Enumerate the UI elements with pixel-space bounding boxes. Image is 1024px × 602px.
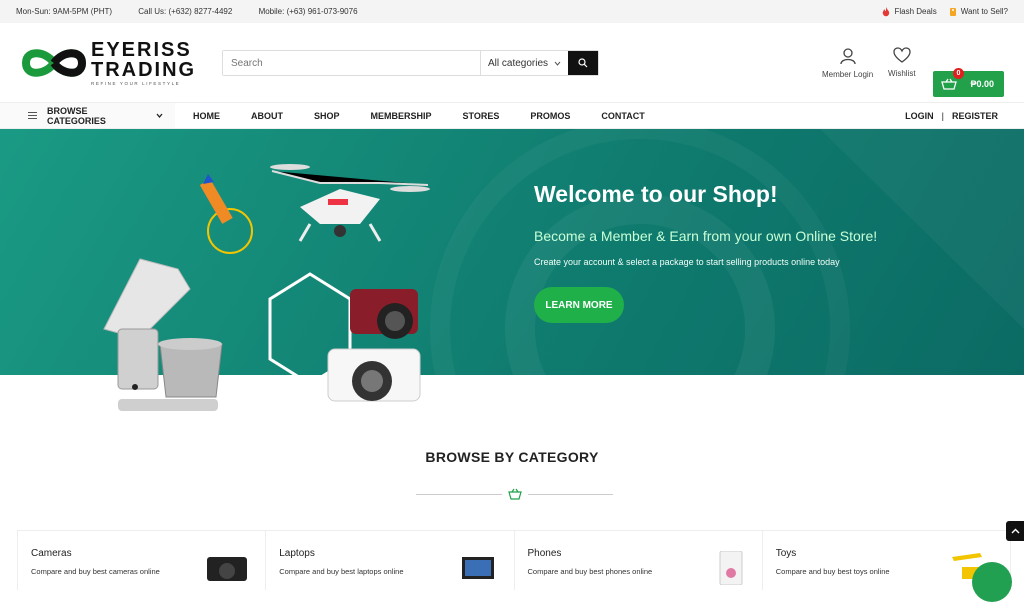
scroll-to-top-button[interactable]	[1006, 521, 1024, 541]
nav-stores[interactable]: STORES	[463, 111, 500, 121]
search-input[interactable]	[223, 51, 480, 75]
category-card-phones[interactable]: Phones Compare and buy best phones onlin…	[513, 531, 762, 590]
hero-subtitle: Become a Member & Earn from your own Onl…	[534, 228, 878, 244]
stand-mixer-image	[103, 258, 223, 411]
menu-icon	[28, 112, 37, 119]
cart-button[interactable]: 0 ₱0.00	[933, 68, 1004, 97]
browse-categories-dropdown[interactable]: BROWSE CATEGORIES	[0, 103, 175, 128]
chevron-up-icon	[1011, 528, 1019, 534]
search-icon	[578, 58, 588, 68]
infinity-logo-icon	[21, 49, 87, 77]
category-select-value: All categories	[487, 57, 549, 69]
business-hours: Mon-Sun: 9AM-5PM (PHT)	[16, 7, 113, 16]
site-header: EYERISS TRADING REFINE YOUR LIFESTYLE Al…	[0, 23, 1024, 103]
site-logo[interactable]: EYERISS TRADING REFINE YOUR LIFESTYLE	[20, 40, 220, 87]
nav-about[interactable]: ABOUT	[251, 111, 283, 121]
auth-separator: |	[941, 110, 944, 121]
drone-image	[270, 164, 430, 242]
category-select[interactable]: All categories	[480, 51, 568, 75]
heart-icon	[893, 47, 911, 63]
search-button[interactable]	[568, 51, 598, 75]
logo-line-2: TRADING	[91, 58, 197, 81]
logo-tagline: REFINE YOUR LIFESTYLE	[91, 80, 181, 86]
main-navigation: BROWSE CATEGORIES HOME ABOUT SHOP MEMBER…	[0, 102, 1024, 129]
login-link[interactable]: LOGIN	[905, 111, 934, 121]
contact-info: Mon-Sun: 9AM-5PM (PHT) Call Us: (+632) 8…	[16, 7, 382, 16]
fire-icon	[883, 6, 890, 16]
user-icon	[839, 48, 856, 65]
top-bar: Mon-Sun: 9AM-5PM (PHT) Call Us: (+632) 8…	[0, 0, 1024, 23]
basket-icon	[941, 78, 957, 90]
flash-deals-label: Flash Deals	[894, 7, 937, 16]
learn-more-button[interactable]: LEARN MORE	[534, 287, 624, 323]
want-to-sell-link[interactable]: Want to Sell?	[949, 7, 1008, 17]
tag-icon	[949, 7, 956, 16]
category-card-laptops[interactable]: Laptops Compare and buy best laptops onl…	[265, 531, 513, 590]
cart-total: ₱0.00	[970, 79, 994, 89]
rocket-image	[199, 174, 253, 254]
camera-thumbnail	[207, 557, 248, 581]
phone-number[interactable]: Call Us: (+632) 8277-4492	[138, 7, 232, 16]
nav-home[interactable]: HOME	[193, 111, 220, 121]
member-login-button[interactable]: Member Login	[822, 47, 873, 79]
hero-description: Create your account & select a package t…	[534, 257, 840, 267]
nav-shop[interactable]: SHOP	[314, 111, 340, 121]
cart-count-badge: 0	[953, 68, 964, 79]
flash-deals-link[interactable]: Flash Deals	[882, 6, 937, 17]
browse-categories-label: BROWSE CATEGORIES	[47, 105, 106, 126]
search-bar: All categories	[222, 50, 599, 76]
phone-thumbnail	[719, 551, 743, 585]
category-grid: Cameras Compare and buy best cameras onl…	[17, 530, 1011, 590]
white-camera-image	[327, 348, 421, 402]
nav-promos[interactable]: PROMOS	[530, 111, 570, 121]
category-card-cameras[interactable]: Cameras Compare and buy best cameras onl…	[17, 531, 265, 590]
basket-icon	[507, 488, 522, 500]
mobile-number[interactable]: Mobile: (+63) 961-073-9076	[259, 7, 358, 16]
chat-widget-button[interactable]	[972, 562, 1012, 602]
browse-by-category-heading: BROWSE BY CATEGORY	[425, 449, 599, 465]
member-login-label: Member Login	[822, 70, 874, 79]
chevron-down-icon	[554, 61, 561, 66]
red-camera-image	[350, 289, 418, 339]
section-divider	[416, 487, 613, 501]
hero-title: Welcome to our Shop!	[534, 181, 778, 207]
wishlist-label: Wishlist	[888, 69, 916, 78]
register-link[interactable]: REGISTER	[952, 111, 998, 121]
chevron-down-icon	[156, 113, 163, 118]
wishlist-button[interactable]: Wishlist	[888, 47, 916, 78]
nav-contact[interactable]: CONTACT	[601, 111, 644, 121]
want-to-sell-label: Want to Sell?	[960, 7, 1008, 16]
hero-product-illustration	[103, 164, 430, 411]
logo-line-1: EYERISS	[91, 38, 192, 61]
nav-membership[interactable]: MEMBERSHIP	[371, 111, 432, 121]
laptop-thumbnail	[461, 557, 494, 579]
